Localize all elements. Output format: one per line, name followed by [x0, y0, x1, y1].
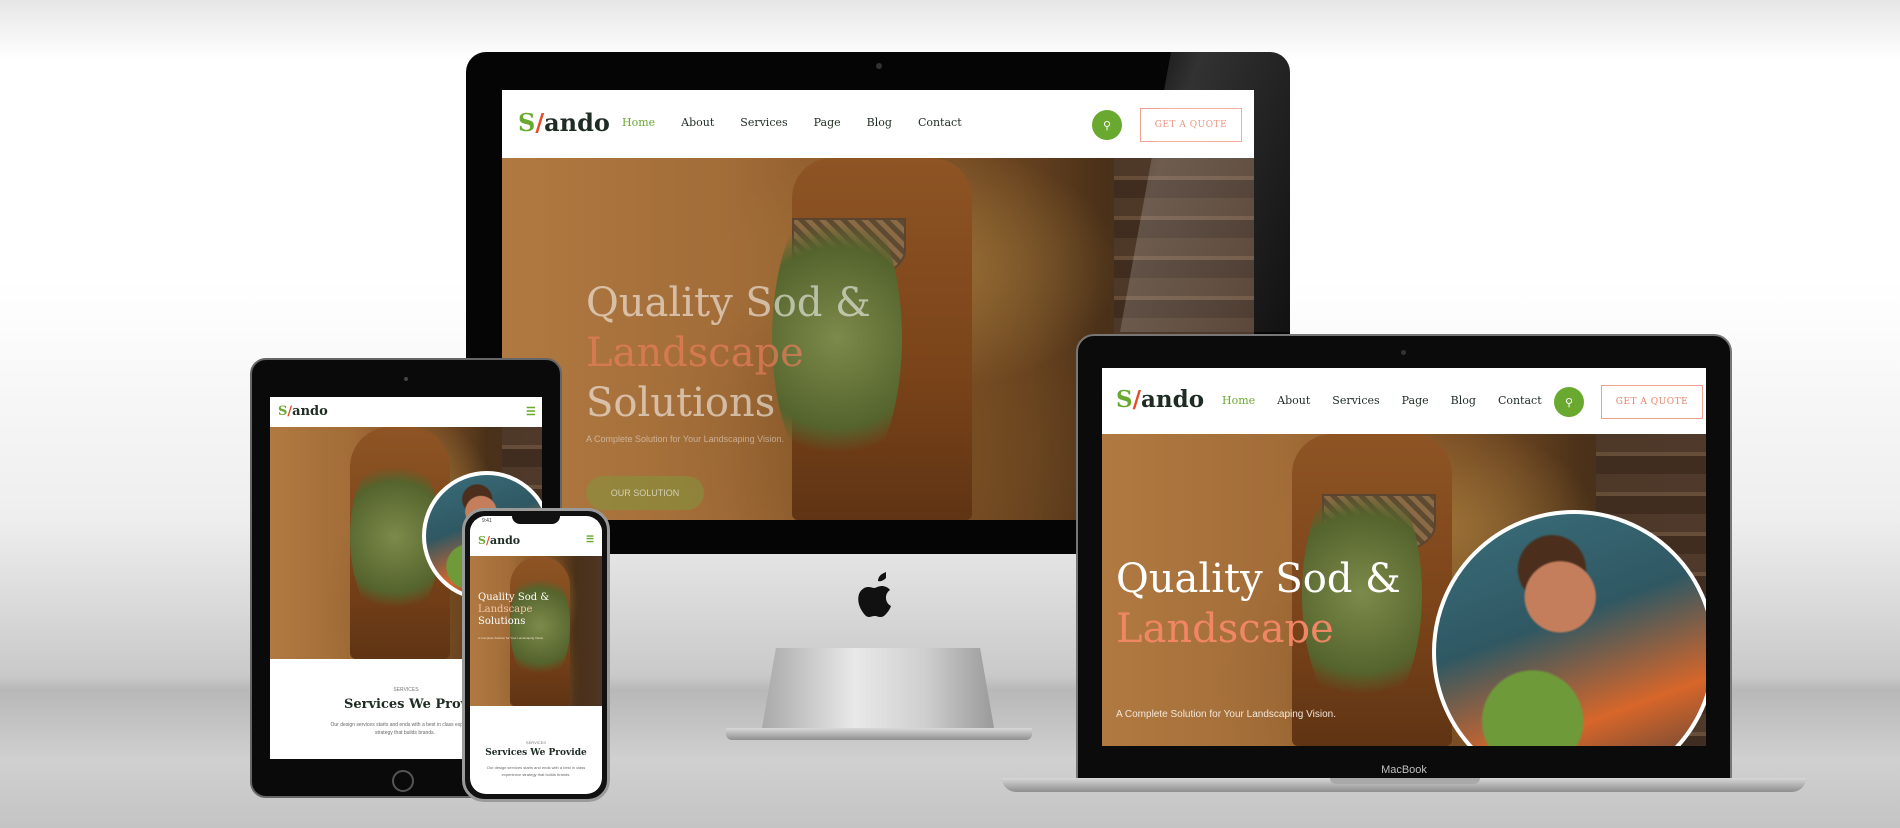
laptop-hero-subtitle: A Complete Solution for Your Landscaping… — [1116, 709, 1336, 720]
nav-page[interactable]: Page — [814, 116, 841, 129]
laptop-camera — [1401, 350, 1406, 355]
imac-hero-title: Quality Sod & Landscape Solutions — [586, 280, 871, 426]
nav-page[interactable]: Page — [1402, 394, 1429, 407]
get-quote-button[interactable]: GET A QUOTE — [1601, 385, 1703, 419]
nav-services[interactable]: Services — [1332, 394, 1379, 407]
apple-logo-icon — [858, 572, 898, 620]
tablet-navbar: S/ando ☰ — [270, 397, 542, 427]
tablet-services-desc: Our design services starts and ends with… — [330, 722, 480, 736]
tablet-home-button — [392, 770, 414, 792]
phone-screen: 9:41 S/ando ☰ Quality Sod & Landscape So… — [470, 516, 602, 794]
laptop-hero: Quality Sod & Landscape Solutions A Comp… — [1102, 434, 1706, 746]
hamburger-menu-icon[interactable]: ☰ — [586, 534, 594, 545]
hamburger-menu-icon[interactable]: ☰ — [526, 405, 536, 418]
laptop-hero-title: Quality Sod & Landscape Solutions — [1116, 556, 1401, 646]
nav-blog[interactable]: Blog — [867, 116, 892, 129]
nav-contact[interactable]: Contact — [1498, 394, 1542, 407]
search-button[interactable]: ⚲ — [1092, 110, 1122, 140]
phone-hero: Quality Sod & Landscape Solutions A Comp… — [470, 556, 602, 706]
search-icon: ⚲ — [1564, 396, 1574, 409]
site-logo[interactable]: S/ando — [1116, 386, 1204, 413]
laptop-navbar: S/ando Home About Services Page Blog Con… — [1102, 368, 1706, 434]
nav-about[interactable]: About — [681, 116, 714, 129]
nav-home[interactable]: Home — [1222, 394, 1255, 407]
hero-gardener-circle-image — [1432, 510, 1706, 746]
nav-contact[interactable]: Contact — [918, 116, 962, 129]
phone-services-kicker: SERVICES — [525, 740, 547, 745]
imac-navbar: S/ando Home About Services Page Blog Con… — [502, 90, 1254, 158]
imac-camera — [876, 63, 882, 69]
nav-services[interactable]: Services — [740, 116, 787, 129]
phone-navbar: S/ando ☰ — [470, 526, 602, 556]
imac-stand-foot — [726, 728, 1032, 740]
tablet-camera — [404, 377, 408, 381]
laptop-brand-label: MacBook — [1381, 764, 1427, 776]
laptop-notch — [1330, 778, 1480, 784]
site-logo[interactable]: S/ando — [478, 534, 520, 547]
laptop-screen: S/ando Home About Services Page Blog Con… — [1102, 368, 1706, 746]
phone-services-title: Services We Provide — [485, 748, 587, 758]
imac-cta-button[interactable]: OUR SOLUTION — [586, 476, 704, 510]
main-menu: Home About Services Page Blog Contact — [622, 116, 962, 129]
imac-hero-subtitle: A Complete Solution for Your Landscaping… — [586, 434, 784, 444]
search-button[interactable]: ⚲ — [1554, 387, 1584, 417]
nav-home[interactable]: Home — [622, 116, 655, 129]
phone-services-desc: Our design services starts and ends with… — [486, 765, 586, 777]
site-logo[interactable]: S/ando — [278, 404, 328, 419]
site-logo[interactable]: S/ando — [518, 108, 610, 137]
phone-notch — [512, 516, 560, 524]
search-icon: ⚲ — [1102, 119, 1112, 132]
nav-about[interactable]: About — [1277, 394, 1310, 407]
phone-hero-subtitle: A Complete Solution for Your Landscaping… — [478, 636, 544, 640]
nav-blog[interactable]: Blog — [1451, 394, 1476, 407]
imac-stand — [762, 648, 994, 728]
main-menu: Home About Services Page Blog Contact — [1222, 394, 1542, 407]
phone-hero-title: Quality Sod & Landscape Solutions — [478, 592, 550, 627]
phone-status-time: 9:41 — [482, 518, 492, 524]
